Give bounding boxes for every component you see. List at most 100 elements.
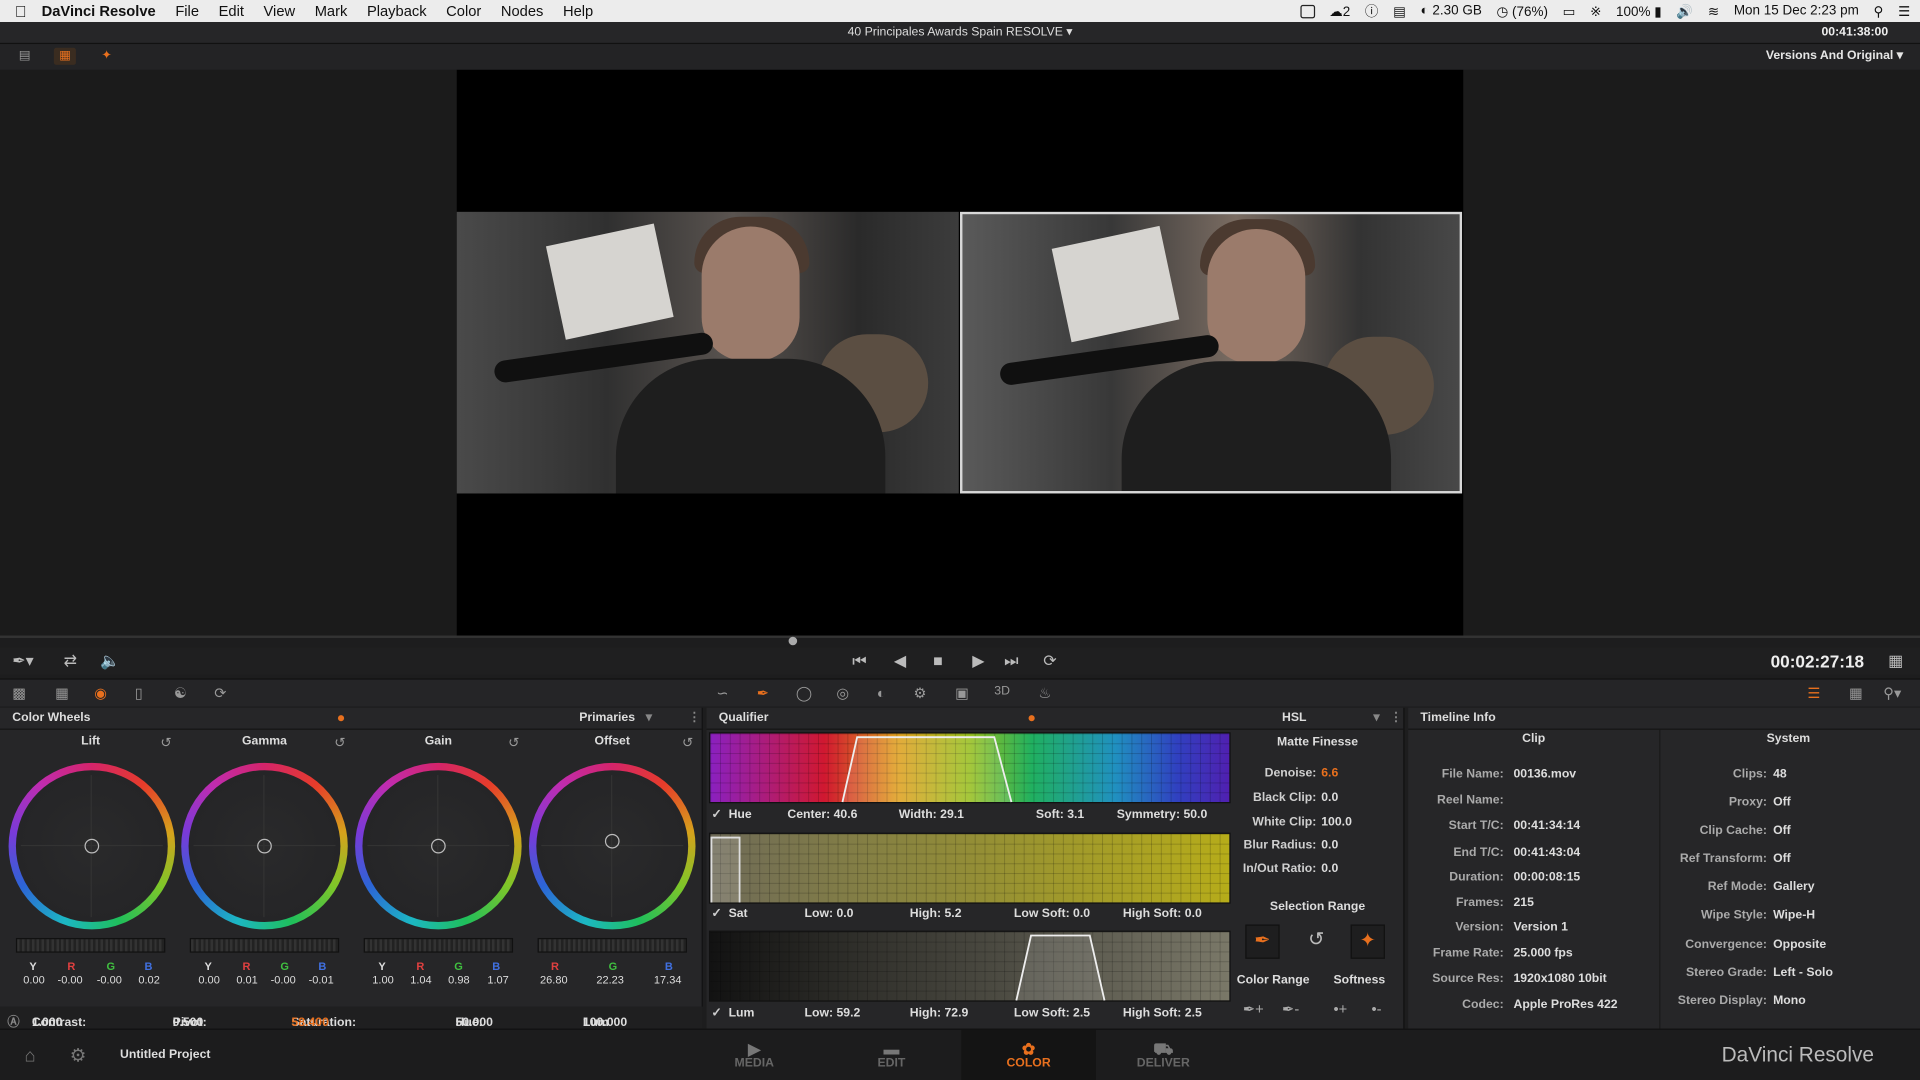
lum-range-strip[interactable] [708,930,1231,1002]
lum-high[interactable]: High: 72.9 [910,1007,969,1020]
spotlight-search-icon[interactable]: ⚲ [1874,3,1884,19]
project-title[interactable]: 40 Principales Awards Spain RESOLVE ▾ [0,26,1920,39]
lum-low-soft[interactable]: Low Soft: 2.5 [1014,1007,1090,1020]
clock[interactable]: Mon 15 Dec 2:23 pm [1734,4,1859,19]
play-icon[interactable]: ▶ [972,651,984,671]
gallery-icon[interactable]: ▦ [53,47,76,65]
color-wheels-icon[interactable]: ◉ [94,684,107,701]
tab-deliver[interactable]: ⛟ DELIVER [1096,1030,1231,1080]
sizing-icon[interactable]: ▣ [955,684,969,701]
tab-media[interactable]: ▶ MEDIA [687,1030,822,1080]
speaker-icon[interactable]: 🔈 [100,651,120,671]
lift-r-value[interactable]: -0.00 [58,973,83,985]
home-icon[interactable]: ⌂ [24,1046,35,1067]
menu-color[interactable]: Color [446,2,481,19]
go-to-end-icon[interactable]: ⏭ [1004,651,1018,671]
shuffle-icon[interactable]: ⇄ [64,651,77,671]
offset-r-value[interactable]: 26.80 [540,973,568,985]
lum-check-icon[interactable]: ✓ [711,1007,721,1020]
flame-icon[interactable]: ♨ [1038,684,1051,701]
offset-puck[interactable] [604,833,620,849]
softness-subtract-icon[interactable]: •- [1371,1000,1381,1017]
go-to-start-icon[interactable]: ⏮ [852,651,866,671]
gain-b-value[interactable]: 1.07 [487,973,508,985]
memory-status[interactable]: ◐ 2.30 GB [1421,4,1482,19]
hue-width[interactable]: Width: 29.1 [899,808,964,821]
lift-y-value[interactable]: 0.00 [23,973,44,985]
sat-range-strip[interactable] [708,832,1231,904]
cpu-status[interactable]: ◷ (76%) [1497,3,1548,19]
gamma-wheel[interactable] [181,762,348,930]
gain-g-value[interactable]: 0.98 [448,973,469,985]
apple-menu-icon[interactable]:  [0,2,42,20]
lift-master-slider[interactable] [15,937,166,953]
lift-puck[interactable] [84,838,100,854]
sync-icon[interactable]: ⟳ [214,684,226,701]
loop-icon[interactable]: ⟳ [1043,651,1056,671]
sat-high[interactable]: High: 5.2 [910,907,962,920]
color-range-subtract-icon[interactable]: ✒- [1282,1000,1299,1017]
color-range-add-icon[interactable]: ✒+ [1243,1000,1264,1017]
lift-wheel[interactable] [8,762,176,930]
curves-icon[interactable]: ∽ [716,684,728,701]
qualifier-icon[interactable]: ✒ [757,684,769,701]
lum-low[interactable]: Low: 59.2 [804,1007,860,1020]
rgb-mixer-icon[interactable]: ▯ [135,684,143,701]
offset-b-value[interactable]: 17.34 [654,973,682,985]
reset-gamma-icon[interactable]: ↺ [334,735,345,751]
gain-master-slider[interactable] [363,937,514,953]
sat-check-icon[interactable]: ✓ [711,907,721,920]
layout-icon[interactable]: ▦ [1888,651,1903,671]
offset-master-slider[interactable] [537,937,687,953]
menu-help[interactable]: Help [563,2,593,19]
sat-high-soft[interactable]: High Soft: 0.0 [1123,907,1202,920]
gain-wheel[interactable] [355,762,522,930]
bluetooth-icon[interactable]: ※ [1590,3,1601,19]
power-window-icon[interactable]: ◯ [796,684,812,701]
hsl-dropdown[interactable]: HSL ▾ [1282,711,1380,724]
status-app-icon[interactable] [1299,4,1315,18]
gear-icon[interactable]: ⚙ [70,1044,86,1067]
viewer-canvas[interactable] [456,69,1464,638]
airplay-icon[interactable]: ▭ [1563,3,1576,19]
calendar-icon[interactable]: ▤ [1393,3,1406,19]
more-options-icon[interactable]: ⋮ [1390,711,1402,724]
magic-wand-icon[interactable]: ✦ [96,48,118,65]
tab-color[interactable]: ✿ COLOR [961,1029,1096,1080]
menu-view[interactable]: View [264,2,296,19]
volume-icon[interactable]: 🔊 [1676,3,1693,19]
more-options-icon[interactable]: ⋮ [688,711,700,724]
color-range-picker-icon[interactable]: ✒ [1245,924,1280,959]
gamma-puck[interactable] [257,838,272,854]
creative-cloud-icon[interactable]: ☁2 [1329,3,1350,19]
play-reverse-icon[interactable]: ◀ [894,651,906,671]
3d-icon[interactable]: 3D [994,684,1010,697]
softness-add-icon[interactable]: •+ [1333,1000,1347,1017]
battery-status[interactable]: 100% ▮ [1616,3,1662,19]
info-icon[interactable]: ⓘ [1365,1,1378,21]
eyedropper-icon[interactable]: ✒▾ [12,651,33,671]
menu-file[interactable]: File [175,2,199,19]
sat-low-soft[interactable]: Low Soft: 0.0 [1014,907,1090,920]
gamma-y-value[interactable]: 0.00 [198,973,219,985]
gamma-b-value[interactable]: -0.01 [309,973,334,985]
stop-icon[interactable]: ■ [933,651,943,669]
invert-selection-icon[interactable]: ↺ [1299,924,1333,958]
timeline-info-icon[interactable]: ☰ [1807,684,1820,701]
single-viewer-icon[interactable]: ▤ [13,48,35,65]
auto-select-wand-icon[interactable]: ✦ [1350,924,1385,959]
lift-b-value[interactable]: 0.02 [138,973,159,985]
offset-wheel[interactable] [528,762,696,930]
reset-lift-icon[interactable]: ↺ [160,735,171,751]
lift-g-value[interactable]: -0.00 [97,973,122,985]
hue-range-strip[interactable] [708,732,1231,804]
menu-edit[interactable]: Edit [219,2,244,19]
gamma-r-value[interactable]: 0.01 [236,973,257,985]
offset-g-value[interactable]: 22.23 [596,973,624,985]
lum-high-soft[interactable]: High Soft: 2.5 [1123,1007,1202,1020]
hue-center[interactable]: Center: 40.6 [787,808,857,821]
gamma-master-slider[interactable] [189,937,340,953]
menu-nodes[interactable]: Nodes [501,2,543,19]
blur-icon[interactable]: ◐ [877,684,886,701]
reset-gain-icon[interactable]: ↺ [508,735,519,751]
